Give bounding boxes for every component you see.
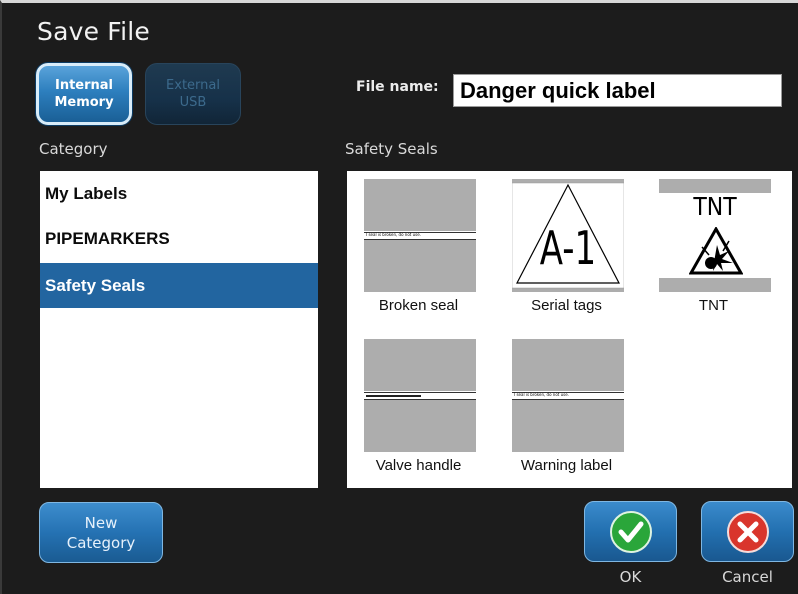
warning-label-thumbnail-icon: I seal is broken, do not use. (512, 339, 624, 452)
warning-label-strip-text: I seal is broken, do not use. (514, 392, 569, 397)
file-thumbnail-panel: I seal is broken, do not use. Broken sea… (347, 171, 792, 488)
serial-tag-graphic-text: A-1 (539, 222, 597, 276)
checkmark-icon (609, 510, 652, 553)
file-name-label: File name: (356, 79, 439, 95)
new-category-button[interactable]: New Category (39, 502, 163, 563)
file-item-label: Valve handle (375, 457, 462, 474)
ok-button[interactable] (584, 501, 677, 562)
cancel-button-label: Cancel (722, 568, 773, 586)
category-item-my-labels[interactable]: My Labels (40, 171, 318, 216)
file-item-label: Serial tags (531, 297, 602, 314)
category-item-safety-seals[interactable]: Safety Seals (40, 263, 318, 308)
close-icon (726, 510, 769, 553)
internal-memory-button[interactable]: Internal Memory (36, 63, 132, 125)
file-item-label: Broken seal (378, 297, 459, 314)
file-item-label: Warning label (520, 457, 613, 474)
category-item-pipemarkers[interactable]: PIPEMARKERS (40, 216, 318, 261)
broken-seal-strip-text: I seal is broken, do not use. (366, 232, 421, 237)
ok-button-label: OK (619, 568, 642, 586)
category-list: My Labels PIPEMARKERS Safety Seals (40, 171, 318, 488)
broken-seal-thumbnail-icon: I seal is broken, do not use. (364, 179, 476, 292)
cancel-button[interactable] (701, 501, 794, 562)
dialog-title: Save File (37, 17, 150, 46)
category-heading: Category (39, 140, 108, 158)
serial-tag-triangle-thumbnail-icon: A-1 (511, 179, 625, 292)
external-usb-button[interactable]: External USB (145, 63, 241, 125)
file-name-input[interactable] (453, 74, 782, 107)
save-file-dialog: Save File Internal Memory External USB F… (0, 0, 798, 594)
tnt-explosive-thumbnail-icon: TNT (659, 179, 771, 292)
valve-handle-thumbnail-icon (364, 339, 476, 452)
tnt-graphic-text: TNT (693, 193, 737, 222)
file-list-heading: Safety Seals (345, 140, 438, 158)
file-item-label: TNT (698, 297, 729, 314)
